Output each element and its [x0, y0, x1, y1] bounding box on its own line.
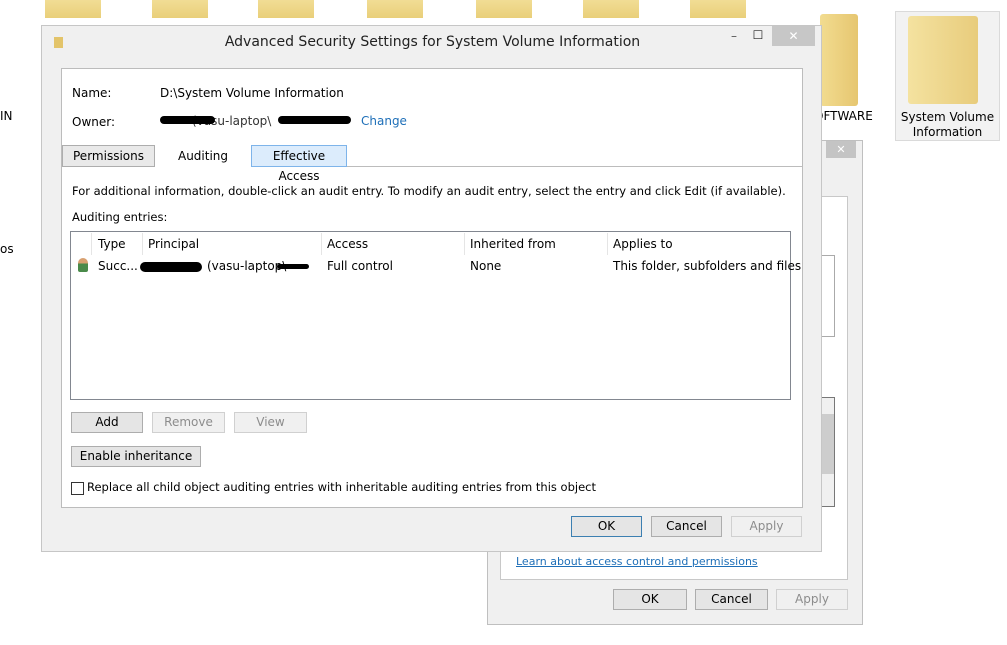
- column-divider: [607, 233, 608, 255]
- desktop-label: System Volume Information: [900, 110, 995, 139]
- cell-inherited-from: None: [470, 259, 502, 273]
- column-divider: [91, 233, 92, 255]
- tab-auditing[interactable]: Auditing: [155, 145, 251, 168]
- tab-effective-access[interactable]: Effective Access: [251, 145, 347, 183]
- cancel-button[interactable]: Cancel: [695, 589, 768, 610]
- maximize-button[interactable]: ☐: [746, 28, 770, 42]
- apply-button[interactable]: Apply: [776, 589, 848, 610]
- column-divider: [464, 233, 465, 255]
- desktop-folder-icon[interactable]: [690, 0, 746, 18]
- replace-checkbox-label[interactable]: Replace all child object auditing entrie…: [87, 480, 596, 494]
- column-header-applies-to[interactable]: Applies to: [613, 237, 673, 251]
- column-header-access[interactable]: Access: [327, 237, 368, 251]
- cell-applies-to: This folder, subfolders and files: [613, 259, 802, 273]
- redaction: [278, 116, 351, 124]
- name-label: Name:: [72, 86, 112, 100]
- close-button[interactable]: ✕: [826, 141, 856, 158]
- name-value: D:\System Volume Information: [160, 86, 344, 100]
- tab-permissions[interactable]: Permissions: [62, 145, 155, 167]
- desktop-folder-icon[interactable]: [476, 0, 532, 18]
- cell-type: Succ...: [98, 259, 138, 273]
- redaction: [140, 262, 202, 272]
- user-icon: [78, 258, 88, 272]
- ok-button[interactable]: OK: [571, 516, 642, 537]
- folder-icon: [908, 16, 978, 104]
- close-button[interactable]: ✕: [772, 26, 815, 46]
- desktop-label: os: [0, 242, 14, 256]
- column-header-inherited-from[interactable]: Inherited from: [470, 237, 556, 251]
- window-title: Advanced Security Settings for System Vo…: [224, 34, 641, 50]
- column-divider: [321, 233, 322, 255]
- change-owner-link[interactable]: Change: [361, 114, 407, 128]
- desktop-folder-icon[interactable]: [583, 0, 639, 18]
- desktop-label: IN: [0, 109, 13, 123]
- cancel-button[interactable]: Cancel: [651, 516, 722, 537]
- column-header-type[interactable]: Type: [98, 237, 126, 251]
- desktop-folder-icon[interactable]: [258, 0, 314, 18]
- desktop-folder-icon[interactable]: [367, 0, 423, 18]
- column-header-principal[interactable]: Principal: [148, 237, 199, 251]
- column-divider: [142, 233, 143, 255]
- add-button[interactable]: Add: [71, 412, 143, 433]
- entries-label: Auditing entries:: [72, 210, 168, 224]
- remove-button[interactable]: Remove: [152, 412, 225, 433]
- desktop-label: OFTWARE: [814, 109, 873, 123]
- redaction: [160, 116, 215, 124]
- minimize-button[interactable]: –: [722, 29, 746, 43]
- desktop-folder-icon[interactable]: [45, 0, 101, 18]
- info-text: For additional information, double-click…: [72, 184, 786, 198]
- learn-link[interactable]: Learn about access control and permissio…: [516, 555, 758, 568]
- cell-access: Full control: [327, 259, 393, 273]
- replace-checkbox[interactable]: [71, 482, 84, 495]
- desktop-icon-system-volume-information[interactable]: System Volume Information: [895, 11, 1000, 141]
- view-button[interactable]: View: [234, 412, 307, 433]
- redaction: [277, 264, 309, 269]
- cell-principal: (vasu-laptop\: [207, 259, 287, 273]
- scrollbar[interactable]: [821, 397, 835, 507]
- ok-button[interactable]: OK: [613, 589, 687, 610]
- desktop-folder-icon[interactable]: [152, 0, 208, 18]
- enable-inheritance-button[interactable]: Enable inheritance: [71, 446, 201, 467]
- owner-label: Owner:: [72, 115, 116, 129]
- software-folder-icon[interactable]: [820, 14, 858, 106]
- apply-button[interactable]: Apply: [731, 516, 802, 537]
- list-box: [821, 255, 835, 337]
